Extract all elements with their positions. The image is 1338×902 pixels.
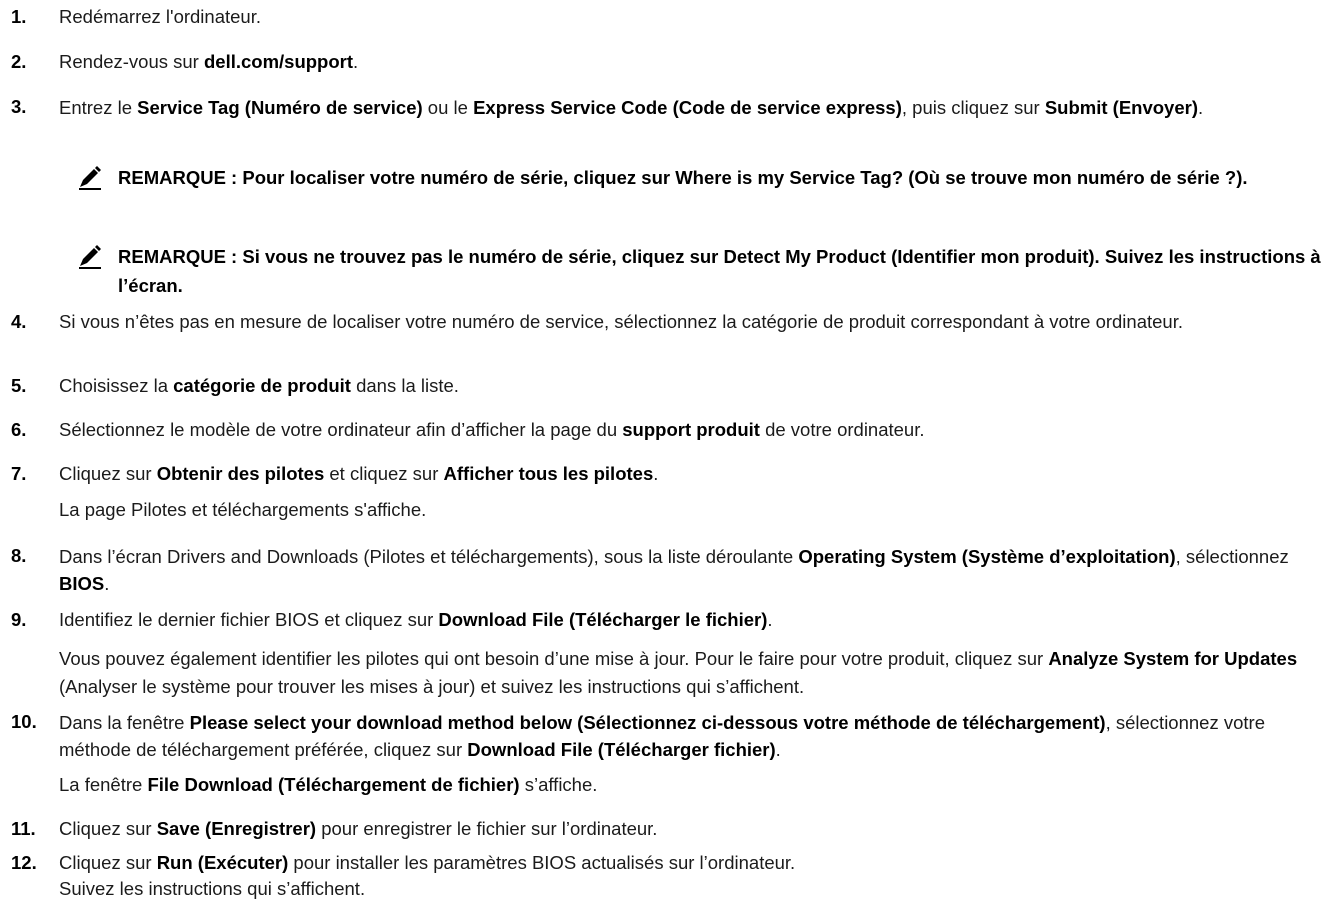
emphasis-text: Obtenir des pilotes (156, 463, 325, 484)
step-text: Redémarrez l'ordinateur. (59, 4, 1335, 30)
step-number: 3. (11, 96, 27, 117)
step-number: 6. (11, 419, 27, 440)
step-number: 7. (11, 463, 27, 484)
pencil-icon (79, 245, 101, 269)
step-text: Cliquez sur Run (Exécuter) pour installe… (59, 850, 1335, 876)
step-text: Entrez le Service Tag (Numéro de service… (59, 94, 1335, 121)
emphasis-text: File Download (Téléchargement de fichier… (147, 774, 520, 795)
body-text: (Analyser le système pour trouver les mi… (59, 676, 805, 697)
body-text: . (767, 609, 773, 630)
body-text: Entrez le (59, 97, 138, 118)
emphasis-text: Service Tag (Numéro de service) (137, 97, 423, 118)
body-text: La fenêtre (59, 774, 148, 795)
body-text: Vous pouvez également identifier les pil… (59, 648, 1049, 669)
step-text: Sélectionnez le modèle de votre ordinate… (59, 417, 1335, 443)
emphasis-text: Download File (Télécharger fichier) (467, 739, 776, 760)
step-number: 11. (11, 818, 36, 839)
body-text: . (775, 739, 781, 760)
step-7-result: La page Pilotes et téléchargements s'aff… (59, 497, 1335, 523)
emphasis-text: Operating System (Système d’exploitation… (798, 546, 1176, 567)
step-text: Choisissez la catégorie de produit dans … (59, 373, 1335, 399)
emphasis-text: Download File (Télécharger le fichier) (438, 609, 768, 630)
body-text: de votre ordinateur. (759, 419, 925, 440)
body-text: Redémarrez l'ordinateur. (59, 6, 261, 27)
step-number: 1. (11, 6, 27, 27)
body-text: Cliquez sur (59, 818, 157, 839)
step-text: Identifiez le dernier fichier BIOS et cl… (59, 607, 1335, 633)
step-text: Si vous n’êtes pas en mesure de localise… (59, 309, 1335, 335)
body-text: . (653, 463, 659, 484)
body-text: La page Pilotes et téléchargements s'aff… (59, 499, 427, 520)
body-text: , puis cliquez sur (901, 97, 1045, 118)
body-text: pour installer les paramètres BIOS actua… (288, 852, 796, 873)
body-text: . (104, 573, 110, 594)
body-text: et cliquez sur (324, 463, 444, 484)
body-text: Si vous n’êtes pas en mesure de localise… (59, 311, 1183, 332)
step-text: Rendez-vous sur dell.com/support. (59, 49, 1335, 75)
body-text: dans la liste. (350, 375, 459, 396)
step-10-result: La fenêtre File Download (Téléchargement… (59, 772, 1335, 798)
step-text: Cliquez sur Obtenir des pilotes et cliqu… (59, 461, 1335, 487)
emphasis-text: catégorie de produit (173, 375, 351, 396)
body-text: Dans l’écran Drivers and Downloads (Pilo… (59, 546, 799, 567)
emphasis-text: support produit (622, 419, 760, 440)
emphasis-text: Analyze System for Updates (1048, 648, 1298, 669)
body-text: s’affiche. (519, 774, 598, 795)
step-number: 12. (11, 852, 37, 873)
pencil-icon (79, 166, 101, 190)
emphasis-text: Run (Exécuter) (156, 852, 289, 873)
emphasis-text: Please select your download method below… (189, 712, 1106, 733)
emphasis-text: dell.com/support (203, 51, 354, 72)
emphasis-text: Express Service Code (Code de service ex… (473, 97, 902, 118)
body-text: pour enregistrer le fichier sur l’ordina… (316, 818, 658, 839)
body-text: Suivez les instructions qui s’affichent. (59, 878, 366, 899)
step-number: 5. (11, 375, 27, 396)
step-number: 9. (11, 609, 27, 630)
body-text: Sélectionnez le modèle de votre ordinate… (59, 419, 623, 440)
step-text: Dans l’écran Drivers and Downloads (Pilo… (59, 543, 1335, 597)
body-text: Dans la fenêtre (59, 712, 190, 733)
body-text: Identifiez le dernier fichier BIOS et cl… (59, 609, 439, 630)
step-number: 10. (11, 711, 37, 732)
body-text: ou le (422, 97, 474, 118)
body-text: , sélectionnez (1175, 546, 1289, 567)
step-text: Dans la fenêtre Please select your downl… (59, 709, 1335, 763)
body-text: . (353, 51, 359, 72)
step-12-result: Suivez les instructions qui s’affichent. (59, 876, 1335, 902)
step-number: 2. (11, 51, 27, 72)
emphasis-text: Submit (Envoyer) (1044, 97, 1198, 118)
body-text: Cliquez sur (59, 852, 157, 873)
step-number: 4. (11, 311, 27, 332)
emphasis-text: Afficher tous les pilotes (443, 463, 654, 484)
note-text: REMARQUE : Pour localiser votre numéro d… (118, 167, 1248, 188)
step-text: Cliquez sur Save (Enregistrer) pour enre… (59, 816, 1335, 842)
step-9-note: Vous pouvez également identifier les pil… (59, 645, 1335, 701)
emphasis-text: Save (Enregistrer) (156, 818, 317, 839)
body-text: Choisissez la (59, 375, 174, 396)
body-text: Cliquez sur (59, 463, 157, 484)
step-number: 8. (11, 545, 27, 566)
body-text: . (1198, 97, 1204, 118)
note-text: REMARQUE : Si vous ne trouvez pas le num… (118, 246, 1321, 296)
body-text: Rendez-vous sur (59, 51, 204, 72)
emphasis-text: BIOS (59, 573, 105, 594)
